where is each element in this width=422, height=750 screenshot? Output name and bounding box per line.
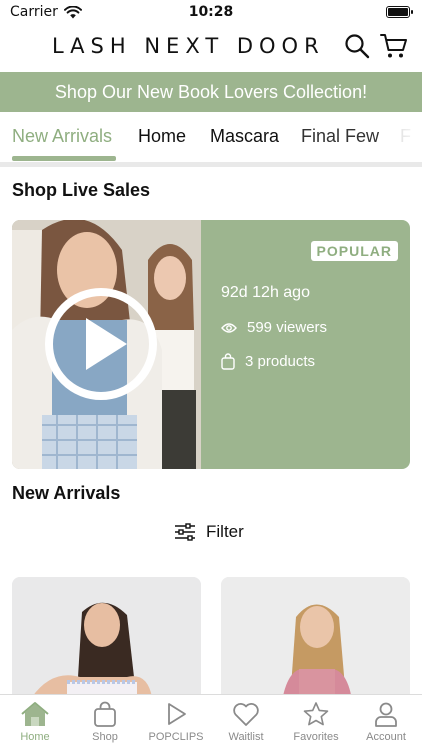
bag-icon — [94, 701, 116, 727]
nav-waitlist-label: Waitlist — [228, 731, 264, 743]
live-sale-info: POPULAR 92d 12h ago 599 viewers 3 produc… — [201, 220, 410, 469]
products-count: 3 products — [245, 353, 316, 370]
nav-popclips-label: POPCLIPS — [148, 731, 204, 743]
status-left: Carrier — [10, 4, 82, 20]
nav-favorites-label: Favorites — [293, 731, 339, 743]
category-tabs: New Arrivals Home Mascara Final Few F — [0, 112, 422, 167]
tab-final-few[interactable]: Final Few — [301, 126, 379, 147]
product-image — [12, 577, 201, 707]
brand-logo[interactable]: LASH NEXT DOOR — [52, 34, 325, 58]
wifi-icon — [63, 5, 82, 18]
bag-icon — [221, 353, 235, 370]
nav-shop-label: Shop — [92, 731, 118, 743]
tab-new-arrivals[interactable]: New Arrivals — [12, 126, 112, 147]
tabs-scrollbar — [0, 162, 422, 167]
nav-waitlist[interactable]: Waitlist — [211, 701, 281, 743]
app-header: LASH NEXT DOOR — [0, 28, 422, 68]
filter-button[interactable]: Filter — [174, 522, 244, 542]
live-sales-title: Shop Live Sales — [12, 180, 151, 200]
tab-mascara[interactable]: Mascara — [210, 126, 279, 147]
play-button-icon[interactable] — [12, 220, 201, 469]
play-icon — [168, 703, 186, 725]
nav-shop[interactable]: Shop — [70, 701, 140, 743]
popular-badge: POPULAR — [310, 241, 398, 261]
products-row: 3 products — [221, 353, 315, 370]
tabs-fade — [382, 112, 422, 162]
new-arrivals-title: New Arrivals — [12, 483, 121, 503]
promo-banner[interactable]: Shop Our New Book Lovers Collection! — [0, 72, 422, 112]
nav-popclips[interactable]: POPCLIPS — [141, 701, 211, 743]
star-icon — [303, 702, 329, 726]
cart-icon[interactable] — [380, 32, 408, 60]
live-sale-card[interactable]: POPULAR 92d 12h ago 599 viewers 3 produc… — [12, 220, 410, 469]
promo-text: Shop Our New Book Lovers Collection! — [54, 81, 368, 102]
person-icon — [375, 702, 397, 727]
home-icon — [21, 702, 49, 726]
eye-icon — [221, 322, 237, 333]
viewers-count: 599 viewers — [247, 319, 328, 336]
tab-home[interactable]: Home — [138, 126, 186, 147]
heart-icon — [233, 703, 259, 726]
search-icon[interactable] — [343, 32, 371, 60]
filter-label: Filter — [206, 522, 244, 541]
status-bar: Carrier 10:28 — [0, 0, 422, 24]
nav-account[interactable]: Account — [351, 701, 421, 743]
nav-home[interactable]: Home — [0, 701, 70, 743]
live-time-ago: 92d 12h ago — [221, 284, 310, 301]
sliders-icon — [175, 523, 195, 541]
product-card[interactable] — [221, 577, 410, 707]
product-card[interactable] — [12, 577, 201, 707]
nav-favorites[interactable]: Favorites — [281, 701, 351, 743]
nav-account-label: Account — [366, 731, 406, 743]
viewers-row: 599 viewers — [221, 319, 327, 336]
product-image — [221, 577, 410, 707]
carrier-label: Carrier — [10, 4, 58, 20]
nav-home-label: Home — [20, 731, 50, 743]
battery-icon — [386, 6, 413, 18]
live-video-thumbnail[interactable] — [12, 220, 201, 469]
bottom-tab-bar: Home Shop POPCLIPS Waitlist Favorites Ac… — [0, 694, 422, 750]
active-tab-indicator — [12, 156, 116, 161]
